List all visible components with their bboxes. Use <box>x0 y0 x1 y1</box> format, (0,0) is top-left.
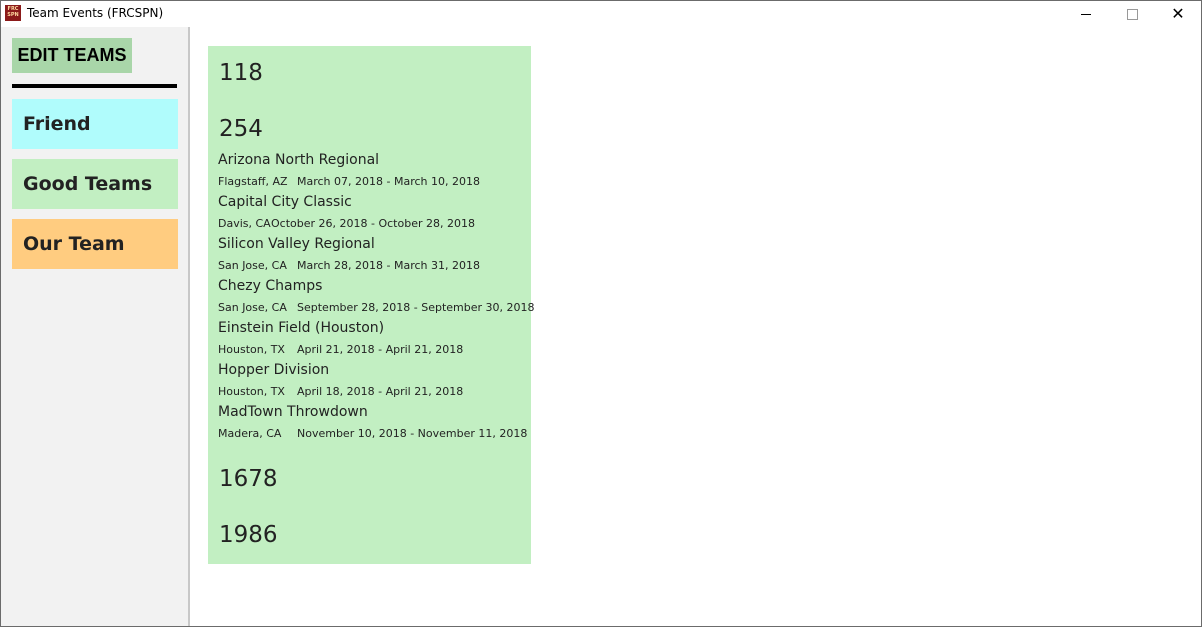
event-dates: April 21, 2018 - April 21, 2018 <box>297 343 464 356</box>
sidebar-divider <box>12 84 177 88</box>
event-dates: November 10, 2018 - November 11, 2018 <box>297 427 528 440</box>
app-logo-line-2: SPN <box>7 12 19 18</box>
event-dates: March 07, 2018 - March 10, 2018 <box>297 175 480 188</box>
event-name: Arizona North Regional <box>218 152 380 168</box>
event-dates: March 28, 2018 - March 31, 2018 <box>297 259 480 272</box>
close-button[interactable]: ✕ <box>1155 1 1201 27</box>
close-icon: ✕ <box>1171 4 1185 23</box>
team-events-panel: 118 254 Arizona North Regional Flagstaff… <box>208 46 535 564</box>
event-location: San Jose, CA <box>218 301 287 314</box>
maximize-button[interactable] <box>1109 1 1155 27</box>
event-location: Madera, CA <box>218 427 282 440</box>
event-dates: October 26, 2018 - October 28, 2018 <box>271 217 475 230</box>
group-friend-button[interactable]: Friend <box>12 99 178 149</box>
event-location: Flagstaff, AZ <box>218 175 288 188</box>
event-name: Silicon Valley Regional <box>218 236 375 252</box>
title-bar[interactable]: FRC SPN Team Events (FRCSPN) ✕ <box>1 1 1201 27</box>
edit-teams-button[interactable]: EDIT TEAMS <box>12 38 132 73</box>
window-title: Team Events (FRCSPN) <box>27 6 164 20</box>
event-name: Chezy Champs <box>218 278 323 294</box>
event-location: San Jose, CA <box>218 259 287 272</box>
minimize-icon <box>1081 13 1091 15</box>
event-location: Houston, TX <box>218 385 285 398</box>
event-name: Capital City Classic <box>218 194 352 210</box>
sidebar: EDIT TEAMS Friend Good Teams Our Team <box>1 27 190 626</box>
event-name: Hopper Division <box>218 362 330 378</box>
event-name: MadTown Throwdown <box>218 404 368 420</box>
group-our-team-button[interactable]: Our Team <box>12 219 178 269</box>
maximize-icon <box>1126 8 1138 20</box>
event-dates: September 28, 2018 - September 30, 2018 <box>297 301 535 314</box>
team-number-1678[interactable]: 1678 <box>219 466 278 492</box>
team-number-1986[interactable]: 1986 <box>219 522 278 548</box>
team-number-254[interactable]: 254 <box>219 116 263 142</box>
event-name: Einstein Field (Houston) <box>218 320 385 336</box>
event-location: Davis, CA <box>218 217 271 230</box>
minimize-button[interactable] <box>1063 1 1109 27</box>
event-location: Houston, TX <box>218 343 285 356</box>
team-number-118[interactable]: 118 <box>219 60 263 86</box>
app-logo-icon: FRC SPN <box>5 5 21 21</box>
group-good-teams-button[interactable]: Good Teams <box>12 159 178 209</box>
event-dates: April 18, 2018 - April 21, 2018 <box>297 385 464 398</box>
app-window: FRC SPN Team Events (FRCSPN) ✕ EDIT TEAM… <box>0 0 1202 627</box>
